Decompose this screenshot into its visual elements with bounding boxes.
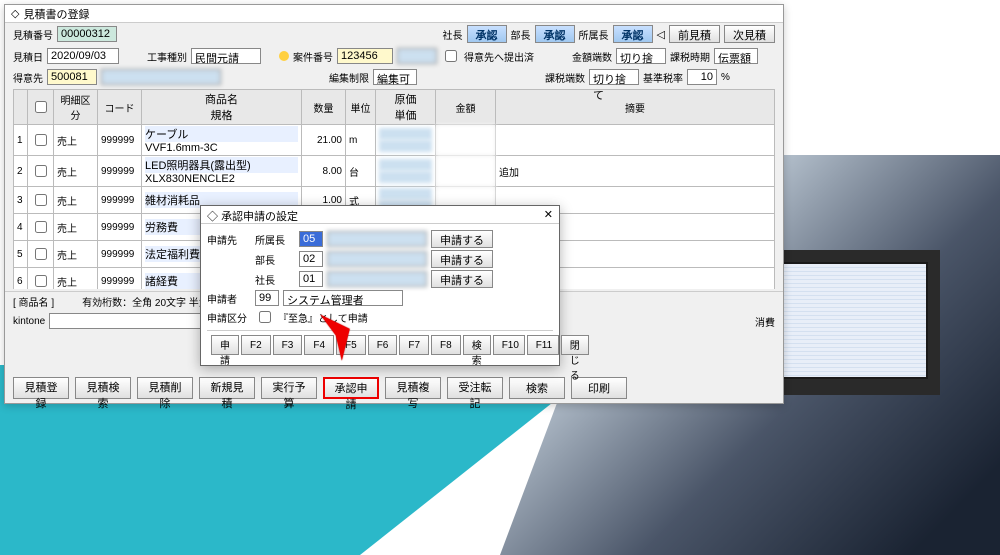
- bottom-btn-6[interactable]: 見積複写: [385, 377, 441, 399]
- fkey-F11[interactable]: F11: [527, 335, 559, 355]
- table-row[interactable]: 2 売上999999 LED照明器具(露出型)XLX830NENCLE2 8.0…: [14, 156, 775, 187]
- left-triangle-icon: ◁: [657, 28, 665, 41]
- date-input[interactable]: 2020/09/03: [47, 48, 119, 64]
- next-quote-button[interactable]: 次見積: [724, 25, 775, 43]
- approve-chief-button[interactable]: 承認: [613, 25, 653, 43]
- case-no-input[interactable]: 123456: [337, 48, 393, 64]
- submitted-checkbox[interactable]: [445, 50, 457, 62]
- bottom-btn-4[interactable]: 実行予算: [261, 377, 317, 399]
- fkey-F8[interactable]: F8: [431, 335, 461, 355]
- apply-mgr-button[interactable]: 申請する: [431, 250, 493, 268]
- quote-no[interactable]: 00000312: [57, 26, 117, 42]
- fkey-F3[interactable]: F3: [273, 335, 303, 355]
- bottom-btn-7[interactable]: 受注転記: [447, 377, 503, 399]
- fkey-F10[interactable]: F10: [493, 335, 525, 355]
- bottom-btn-3[interactable]: 新規見積: [199, 377, 255, 399]
- apply-pres-button[interactable]: 申請する: [431, 270, 493, 288]
- fkey-F6[interactable]: F6: [368, 335, 398, 355]
- fkey-F4[interactable]: F4: [304, 335, 334, 355]
- prev-quote-button[interactable]: 前見積: [669, 25, 720, 43]
- cust-code-input[interactable]: 500081: [47, 69, 97, 85]
- select-all-checkbox[interactable]: [35, 101, 47, 113]
- approve-mgr-button[interactable]: 承認: [535, 25, 575, 43]
- fkey-F7[interactable]: F7: [399, 335, 429, 355]
- fkey-F5[interactable]: F5: [336, 335, 366, 355]
- fkey-検索[interactable]: 検索: [463, 335, 491, 355]
- approval-modal: ◇ 承認申請の設定 ✕ 申請先 所属長 05 x 申請する 部長 02 x 申請…: [200, 205, 560, 366]
- fkey-申請[interactable]: 申請: [211, 335, 239, 355]
- apply-chief-button[interactable]: 申請する: [431, 230, 493, 248]
- approve-pres-button[interactable]: 承認: [467, 25, 507, 43]
- proj-type-select[interactable]: 民間元請: [191, 48, 261, 64]
- titlebar: ◇見積書の登録: [5, 5, 783, 23]
- chief-code[interactable]: 05: [299, 231, 323, 247]
- fkey-F2[interactable]: F2: [241, 335, 271, 355]
- close-icon[interactable]: ✕: [544, 208, 553, 221]
- bottom-btn-8[interactable]: 検索: [509, 377, 565, 399]
- bottom-btn-5[interactable]: 承認申請: [323, 377, 379, 399]
- quote-no-label: 見積番号: [13, 27, 53, 42]
- bottom-btn-1[interactable]: 見積検索: [75, 377, 131, 399]
- dot-icon: [279, 51, 289, 61]
- window-title: 見積書の登録: [23, 6, 89, 22]
- bottom-btn-2[interactable]: 見積削除: [137, 377, 193, 399]
- fkey-閉じる[interactable]: 閉じる: [561, 335, 589, 355]
- table-row[interactable]: 1 売上999999 ケーブルVVF1.6mm-3C 21.00m 0000 0…: [14, 125, 775, 156]
- bottom-btn-0[interactable]: 見積登録: [13, 377, 69, 399]
- urgent-checkbox[interactable]: [259, 311, 271, 323]
